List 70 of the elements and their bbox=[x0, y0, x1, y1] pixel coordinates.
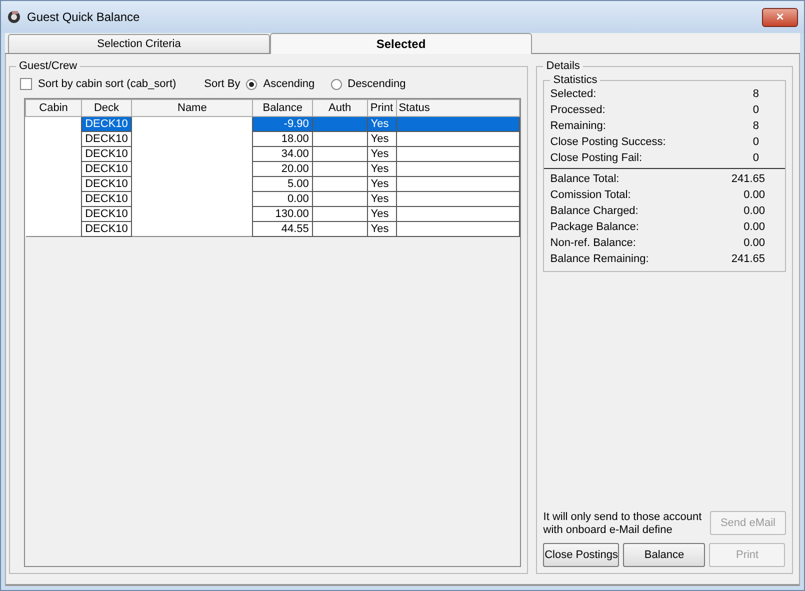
table-cell: Yes bbox=[367, 176, 396, 192]
stat-value: 0 bbox=[752, 152, 759, 164]
action-button[interactable]: Close Postings bbox=[543, 543, 620, 567]
app-icon bbox=[7, 10, 21, 24]
total-label: Package Balance: bbox=[550, 221, 639, 233]
email-note: It will only send to those account with onboard e-Mail define bbox=[543, 511, 703, 537]
table-cell: DECK10 bbox=[82, 176, 132, 192]
table-cell: DECK10 bbox=[82, 206, 132, 222]
stat-value: 8 bbox=[752, 88, 759, 100]
tab[interactable]: Selection Criteria bbox=[8, 34, 270, 53]
total-value: 0.00 bbox=[744, 221, 765, 233]
table-cell: 0.00 bbox=[252, 192, 312, 206]
table-cell: Yes bbox=[367, 162, 396, 176]
table-cell: DECK10 bbox=[82, 192, 132, 206]
column-header[interactable]: Status bbox=[396, 100, 520, 116]
tab[interactable]: Selected bbox=[270, 33, 532, 54]
radio-button[interactable] bbox=[246, 78, 258, 90]
total-label: Comission Total: bbox=[550, 189, 631, 201]
action-button[interactable]: Balance bbox=[623, 543, 706, 567]
table-cell: Yes bbox=[367, 116, 396, 132]
table-cell: 18.00 bbox=[252, 132, 312, 146]
sort-by-label: Sort By bbox=[204, 78, 240, 90]
table-cell: DECK10 bbox=[82, 132, 132, 146]
stat-label: Selected: bbox=[550, 88, 596, 100]
total-value: 241.65 bbox=[731, 173, 765, 185]
total-value: 0.00 bbox=[744, 205, 765, 217]
table-cell: 130.00 bbox=[252, 206, 312, 222]
total-label: Balance Remaining: bbox=[550, 253, 649, 265]
column-header[interactable]: Deck bbox=[82, 100, 132, 116]
group-title: Statistics bbox=[552, 74, 598, 86]
total-label: Non-ref. Balance: bbox=[550, 237, 636, 249]
stat-value: 8 bbox=[752, 120, 759, 132]
radio-button[interactable] bbox=[330, 78, 342, 90]
stat-label: Close Posting Fail: bbox=[550, 152, 642, 164]
checkbox-label: Sort by cabin sort (cab_sort) bbox=[38, 78, 176, 90]
table-cell: DECK10 bbox=[82, 116, 132, 132]
radio-label: Ascending bbox=[263, 78, 315, 90]
column-header[interactable]: Name bbox=[131, 100, 253, 116]
table-cell: Yes bbox=[367, 192, 396, 206]
table-cell: Yes bbox=[367, 206, 396, 222]
group-title: Guest/Crew bbox=[18, 60, 78, 72]
table-cell: 34.00 bbox=[252, 146, 312, 162]
table-cell: Yes bbox=[367, 132, 396, 146]
table-cell: DECK10 bbox=[82, 146, 132, 162]
window-title: Guest Quick Balance bbox=[27, 10, 141, 24]
stat-label: Remaining: bbox=[550, 120, 606, 132]
table-cell: Yes bbox=[367, 146, 396, 162]
table-cell: DECK10 bbox=[82, 222, 132, 236]
total-value: 0.00 bbox=[744, 237, 765, 249]
table-cell: Yes bbox=[367, 222, 396, 236]
column-header[interactable]: Cabin bbox=[26, 100, 82, 116]
stat-value: 0 bbox=[752, 136, 759, 148]
column-header[interactable]: Auth bbox=[312, 100, 368, 116]
group-title: Details bbox=[545, 60, 581, 72]
stat-label: Processed: bbox=[550, 104, 606, 116]
table-cell: 5.00 bbox=[252, 176, 312, 192]
column-header[interactable]: Print bbox=[367, 100, 396, 116]
stat-value: 0 bbox=[752, 104, 759, 116]
radio-label: Descending bbox=[348, 78, 406, 90]
column-header[interactable]: Balance bbox=[252, 100, 312, 116]
table-cell: 44.55 bbox=[252, 222, 312, 236]
table-cell: DECK10 bbox=[82, 162, 132, 176]
total-value: 0.00 bbox=[744, 189, 765, 201]
checkbox[interactable] bbox=[20, 78, 32, 90]
stat-label: Close Posting Success: bbox=[550, 136, 666, 148]
total-value: 241.65 bbox=[731, 253, 765, 265]
table-cell: 20.00 bbox=[252, 162, 312, 176]
total-label: Balance Total: bbox=[550, 173, 620, 185]
table-cell: -9.90 bbox=[252, 116, 312, 132]
total-label: Balance Charged: bbox=[550, 205, 638, 217]
